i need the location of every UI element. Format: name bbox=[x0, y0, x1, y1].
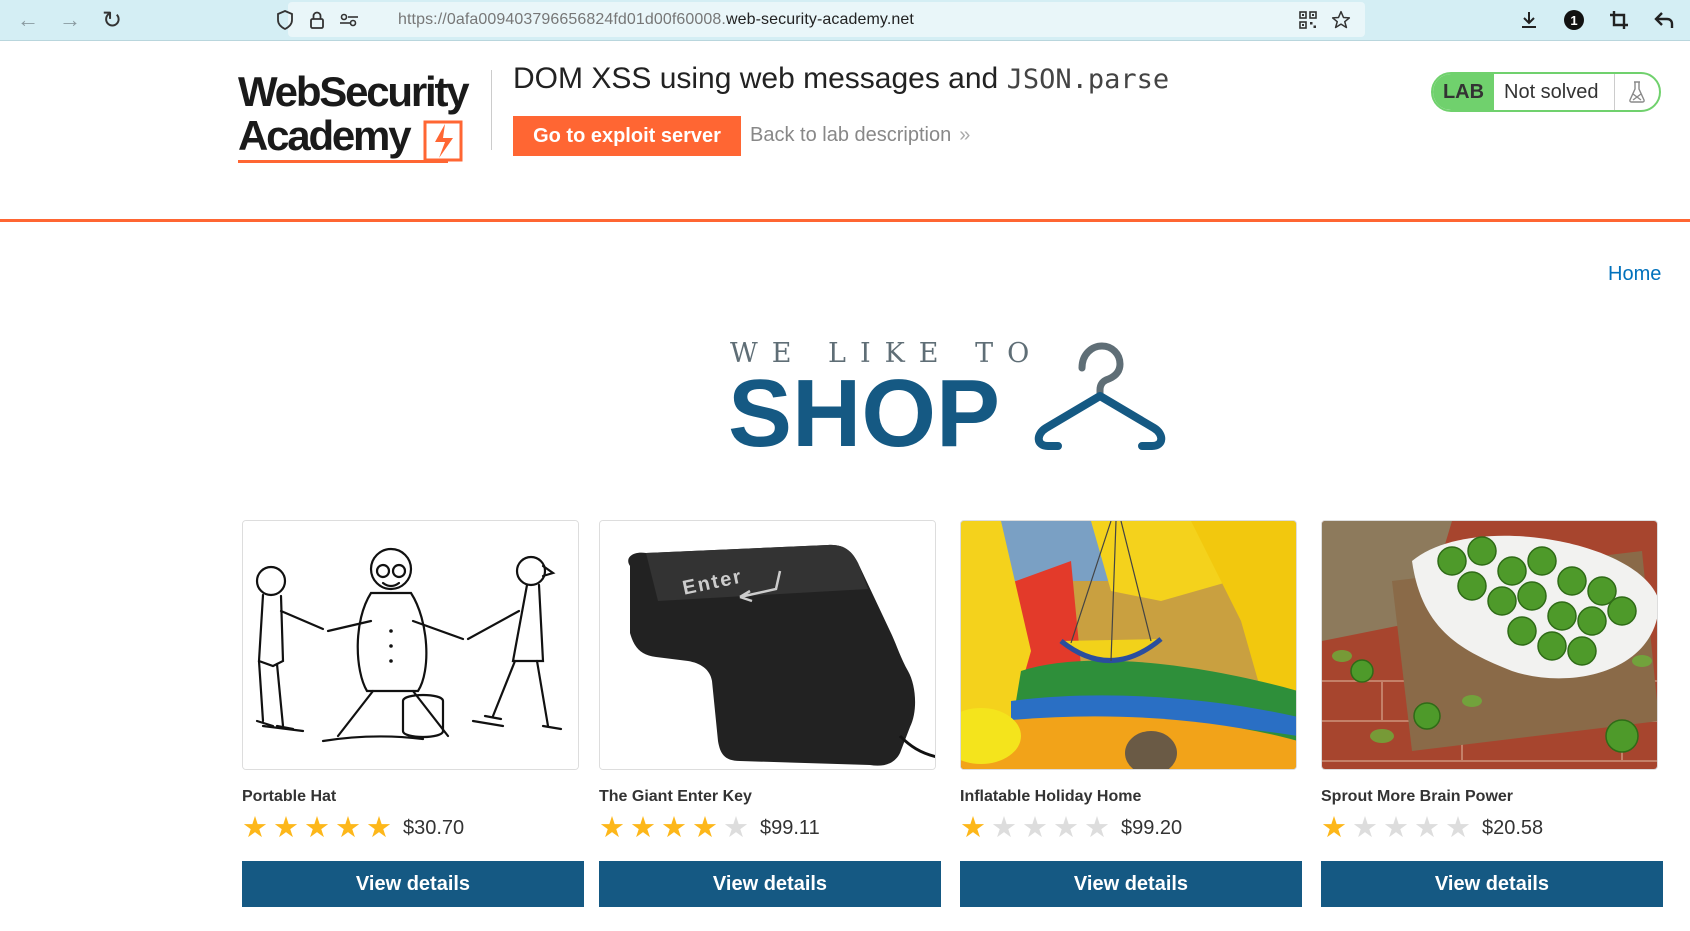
hero-title: SHOP bbox=[728, 360, 1001, 467]
product-image bbox=[243, 521, 578, 769]
star-filled-icon: ★ bbox=[1321, 812, 1347, 844]
lock-icon[interactable] bbox=[306, 9, 328, 31]
star-empty-icon: ★ bbox=[1053, 812, 1079, 844]
star-empty-icon: ★ bbox=[991, 812, 1017, 844]
star-filled-icon: ★ bbox=[273, 812, 299, 844]
product-rating: ★ ★ ★ ★ ★ $99.20 bbox=[960, 813, 1182, 843]
double-chevron-icon: » bbox=[959, 124, 971, 146]
giant-enter-key-photo: Enter bbox=[599, 520, 936, 770]
product-price: $20.58 bbox=[1482, 816, 1544, 839]
address-bar[interactable]: https://0afa009403796656824fd01d00f60008… bbox=[277, 2, 1365, 37]
browser-toolbar: ← → ↻ https://0afa009403796656824fd01d00… bbox=[0, 0, 1690, 41]
back-arrow-icon[interactable]: ← bbox=[13, 6, 43, 34]
url-prefix: https://0afa009403796656824fd01d00f60008… bbox=[398, 11, 726, 28]
product-image: Enter bbox=[600, 521, 935, 769]
url-domain: web-security-academy.net bbox=[725, 11, 914, 28]
url-text[interactable]: https://0afa009403796656824fd01d00f60008… bbox=[398, 11, 914, 29]
product-rating: ★ ★ ★ ★ ★ $99.11 bbox=[599, 813, 820, 843]
shield-icon[interactable] bbox=[274, 9, 296, 31]
product-name: Portable Hat bbox=[242, 788, 337, 805]
clothes-hanger-icon bbox=[1034, 342, 1166, 450]
lab-title-code: JSON.parse bbox=[1006, 64, 1170, 95]
home-link[interactable]: Home bbox=[1608, 263, 1661, 286]
star-empty-icon: ★ bbox=[1383, 812, 1409, 844]
star-empty-icon: ★ bbox=[1445, 812, 1471, 844]
product-rating: ★ ★ ★ ★ ★ $20.58 bbox=[1321, 813, 1543, 843]
qr-code-icon[interactable] bbox=[1297, 9, 1319, 31]
lab-status-widget: LAB Not solved bbox=[1431, 72, 1661, 112]
product-image bbox=[1322, 521, 1657, 769]
star-filled-icon: ★ bbox=[692, 812, 718, 844]
star-filled-icon: ★ bbox=[661, 812, 687, 844]
flask-icon bbox=[1615, 74, 1659, 110]
logo-underline bbox=[238, 160, 448, 163]
back-link-label: Back to lab description bbox=[750, 124, 952, 146]
star-filled-icon: ★ bbox=[366, 812, 392, 844]
header-divider bbox=[491, 70, 492, 150]
star-empty-icon: ★ bbox=[1352, 812, 1378, 844]
cartoon-hat-illustration bbox=[242, 520, 579, 770]
download-icon[interactable] bbox=[1516, 7, 1542, 33]
lab-title-text: DOM XSS using web messages and bbox=[513, 62, 1007, 95]
lab-header: WebSecurity Academy DOM XSS using web me… bbox=[0, 42, 1690, 222]
view-details-button[interactable]: View details bbox=[599, 861, 941, 907]
view-details-button[interactable]: View details bbox=[960, 861, 1302, 907]
product-image bbox=[961, 521, 1296, 769]
view-details-button[interactable]: View details bbox=[242, 861, 584, 907]
logo-line-1: WebSecurity bbox=[238, 68, 470, 115]
lab-status-text: Not solved bbox=[1494, 74, 1615, 110]
product-name: The Giant Enter Key bbox=[599, 788, 752, 805]
star-filled-icon: ★ bbox=[630, 812, 656, 844]
logo-bolt-icon bbox=[423, 120, 463, 162]
undo-icon[interactable] bbox=[1651, 7, 1677, 33]
inflatable-bouncy-castle-photo bbox=[960, 520, 1297, 770]
product-price: $99.20 bbox=[1121, 816, 1183, 839]
view-details-button[interactable]: View details bbox=[1321, 861, 1663, 907]
star-empty-icon: ★ bbox=[1414, 812, 1440, 844]
brussels-sprouts-bowl-photo bbox=[1321, 520, 1658, 770]
extension-badge-icon[interactable]: 1 bbox=[1561, 7, 1587, 33]
web-security-academy-logo[interactable]: WebSecurity Academy bbox=[238, 70, 478, 170]
star-filled-icon: ★ bbox=[304, 812, 330, 844]
star-empty-icon: ★ bbox=[1022, 812, 1048, 844]
extension-badge-count: 1 bbox=[1570, 12, 1578, 28]
reload-icon[interactable]: ↻ bbox=[97, 6, 127, 34]
shop-hero-banner: WE LIKE TO SHOP bbox=[728, 338, 1170, 462]
product-name: Sprout More Brain Power bbox=[1321, 788, 1514, 805]
product-rating: ★ ★ ★ ★ ★ $30.70 bbox=[242, 813, 464, 843]
lab-title: DOM XSS using web messages and JSON.pars… bbox=[513, 62, 1169, 96]
star-empty-icon: ★ bbox=[723, 812, 749, 844]
product-name: Inflatable Holiday Home bbox=[960, 788, 1142, 805]
star-filled-icon: ★ bbox=[335, 812, 361, 844]
product-price: $30.70 bbox=[403, 816, 465, 839]
star-filled-icon: ★ bbox=[599, 812, 625, 844]
crop-icon[interactable] bbox=[1606, 7, 1632, 33]
bookmark-star-icon[interactable] bbox=[1330, 9, 1352, 31]
star-empty-icon: ★ bbox=[1084, 812, 1110, 844]
back-to-lab-description-link[interactable]: Back to lab description » bbox=[750, 124, 970, 147]
forward-arrow-icon[interactable]: → bbox=[55, 6, 85, 34]
star-filled-icon: ★ bbox=[960, 812, 986, 844]
star-filled-icon: ★ bbox=[242, 812, 268, 844]
exploit-server-button[interactable]: Go to exploit server bbox=[513, 116, 741, 156]
logo-line-2: Academy bbox=[238, 112, 412, 159]
lab-badge: LAB bbox=[1433, 74, 1494, 110]
product-price: $99.11 bbox=[760, 816, 820, 839]
site-settings-icon[interactable] bbox=[338, 9, 360, 31]
